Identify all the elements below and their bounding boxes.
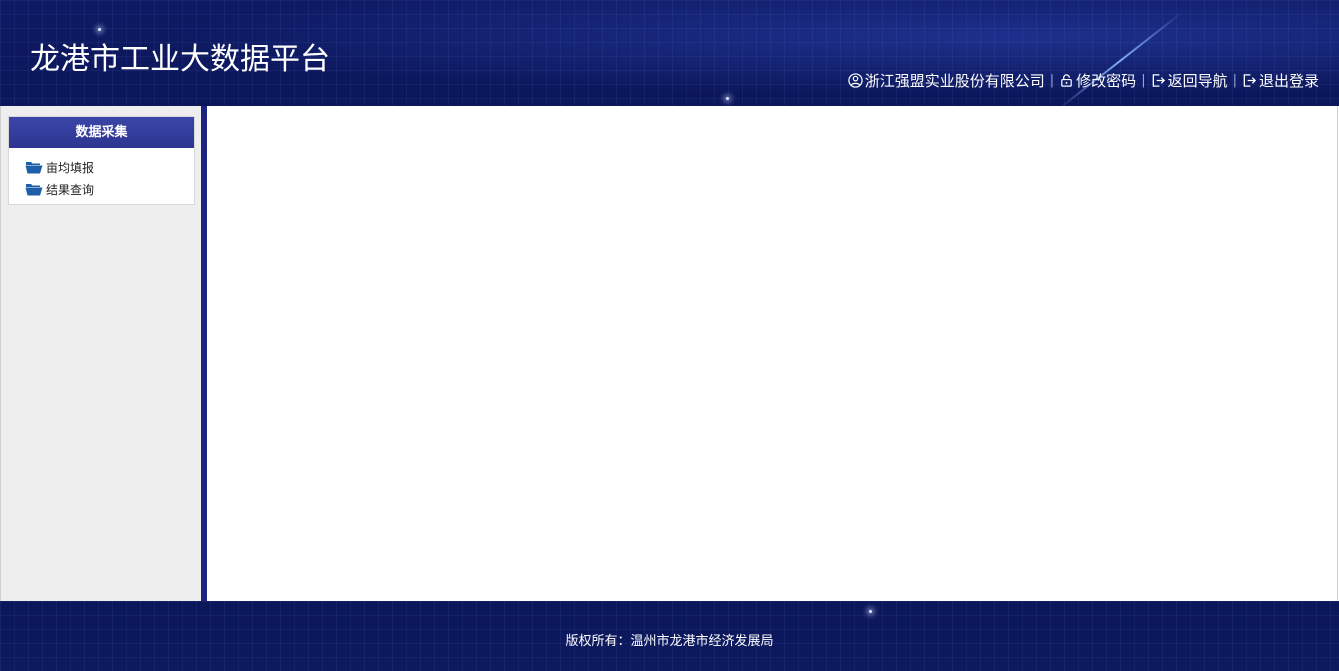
sidebar: 数据采集 亩均填报 结果查询 bbox=[0, 106, 201, 601]
lock-icon bbox=[1061, 73, 1072, 87]
sparkle bbox=[726, 97, 729, 100]
copyright-text: 版权所有：温州市龙港市经济发展局 bbox=[565, 634, 774, 649]
header: 龙港市工业大数据平台 浙江强盟实业股份有限公司 | 修改密码 | 返回导航 | … bbox=[0, 0, 1339, 106]
user-nav: 浙江强盟实业股份有限公司 | 修改密码 | 返回导航 | 退出登录 bbox=[848, 69, 1319, 91]
sign-out-icon bbox=[1152, 73, 1165, 87]
menu-list: 亩均填报 结果查询 bbox=[9, 148, 194, 204]
change-password-link[interactable]: 修改密码 bbox=[1059, 70, 1136, 91]
sign-out-icon bbox=[1243, 73, 1257, 87]
company-link[interactable]: 浙江强盟实业股份有限公司 bbox=[848, 70, 1045, 91]
menu-item-mujun-report[interactable]: 亩均填报 bbox=[25, 156, 194, 178]
menu-item-result-query[interactable]: 结果查询 bbox=[25, 178, 194, 200]
page: 龙港市工业大数据平台 浙江强盟实业股份有限公司 | 修改密码 | 返回导航 | … bbox=[0, 0, 1339, 671]
back-nav-link[interactable]: 返回导航 bbox=[1151, 70, 1228, 91]
logout-label: 退出登录 bbox=[1258, 71, 1319, 90]
nav-separator: | bbox=[1049, 72, 1055, 88]
back-nav-label: 返回导航 bbox=[1167, 71, 1228, 90]
menu-item-label: 结果查询 bbox=[46, 182, 95, 197]
app-title: 龙港市工业大数据平台 bbox=[30, 42, 330, 77]
change-password-label: 修改密码 bbox=[1076, 71, 1137, 90]
folder-open-icon bbox=[25, 162, 43, 174]
menu-panel: 数据采集 亩均填报 结果查询 bbox=[8, 116, 195, 205]
nav-separator: | bbox=[1232, 72, 1237, 88]
main-content bbox=[207, 106, 1338, 601]
logout-link[interactable]: 退出登录 bbox=[1242, 70, 1319, 91]
sparkle bbox=[869, 610, 872, 613]
folder-open-icon bbox=[25, 184, 43, 196]
menu-item-label: 亩均填报 bbox=[46, 160, 95, 175]
company-name: 浙江强盟实业股份有限公司 bbox=[864, 71, 1045, 90]
menu-section-title[interactable]: 数据采集 bbox=[9, 117, 194, 148]
sparkle bbox=[98, 28, 101, 31]
user-icon bbox=[848, 72, 863, 88]
footer: 版权所有：温州市龙港市经济发展局 bbox=[0, 601, 1339, 671]
nav-separator: | bbox=[1141, 72, 1146, 88]
